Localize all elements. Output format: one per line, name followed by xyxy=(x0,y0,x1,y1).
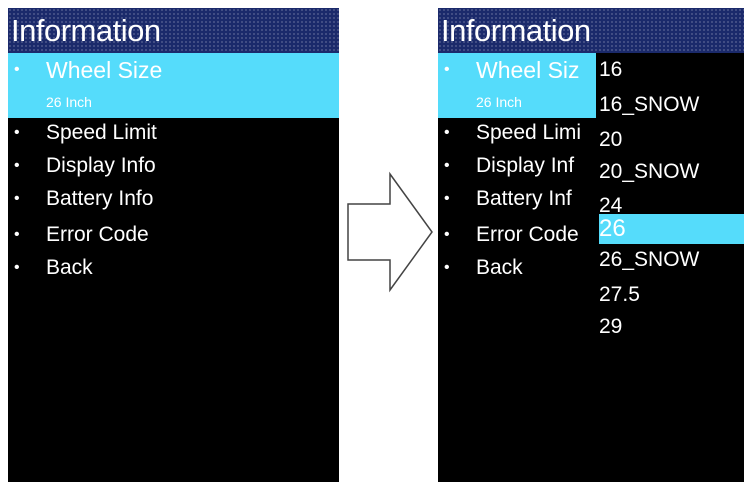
screen-after: Information • Wheel Siz 26 Inch • Speed … xyxy=(438,8,744,482)
menu-item-label: Wheel Siz xyxy=(476,58,580,83)
dropdown-option[interactable]: 26_SNOW xyxy=(599,248,699,272)
menu-item-display-info[interactable]: • Display Inf xyxy=(438,154,598,180)
menu-item-error-code[interactable]: • Error Code xyxy=(8,223,339,249)
bullet-icon: • xyxy=(444,226,450,243)
bullet-icon: • xyxy=(14,124,20,141)
menu-item-battery-info[interactable]: • Battery Inf xyxy=(438,187,598,213)
dropdown-option[interactable]: 29 xyxy=(599,315,622,339)
menu-item-label: Error Code xyxy=(46,223,149,246)
bullet-icon: • xyxy=(14,61,20,78)
dropdown-option[interactable]: 16_SNOW xyxy=(599,93,699,117)
header-bar: Information xyxy=(438,8,744,53)
menu-item-error-code[interactable]: • Error Code xyxy=(438,223,598,249)
dropdown-option[interactable]: 20_SNOW xyxy=(599,160,699,184)
menu-item-display-info[interactable]: • Display Info xyxy=(8,154,339,180)
page-title: Information xyxy=(441,13,591,48)
menu-item-label: Wheel Size xyxy=(46,57,163,83)
bullet-icon: • xyxy=(14,226,20,243)
menu-item-back[interactable]: • Back xyxy=(438,256,598,282)
menu-item-label: Display Inf xyxy=(476,154,575,177)
header-bar: Information xyxy=(8,8,339,53)
menu-item-speed-limit[interactable]: • Speed Limi xyxy=(438,121,598,147)
menu-item-label: Speed Limi xyxy=(476,121,582,144)
dropdown-option[interactable]: 16 xyxy=(599,58,622,82)
menu-item-label: Error Code xyxy=(476,223,579,246)
dropdown-option-selected[interactable]: 26 xyxy=(599,214,744,244)
bullet-icon: • xyxy=(14,157,20,174)
menu-item-speed-limit[interactable]: • Speed Limit xyxy=(8,121,339,147)
menu-item-back[interactable]: • Back xyxy=(8,256,339,282)
bullet-icon: • xyxy=(444,157,450,174)
bullet-icon: • xyxy=(444,259,450,276)
bullet-icon: • xyxy=(444,61,450,78)
menu-item-label: Back xyxy=(476,256,523,279)
dropdown-option[interactable]: 27.5 xyxy=(599,283,640,307)
menu-item-label: Battery Info xyxy=(46,187,154,210)
menu-item-label: Speed Limit xyxy=(46,121,157,144)
bullet-icon: • xyxy=(444,124,450,141)
bullet-icon: • xyxy=(14,259,20,276)
bullet-icon: • xyxy=(444,190,450,207)
page-title: Information xyxy=(11,13,161,48)
menu-item-label: Back xyxy=(46,256,93,279)
wheel-size-value: 26 Inch xyxy=(46,94,92,110)
wheel-size-value: 26 Inch xyxy=(476,94,522,110)
menu-item-battery-info[interactable]: • Battery Info xyxy=(8,187,339,213)
dropdown-option[interactable]: 20 xyxy=(599,128,622,152)
screen-before: Information • Wheel Size 26 Inch • Speed… xyxy=(8,8,339,482)
menu-item-label: Display Info xyxy=(46,154,156,177)
menu-item-label: Battery Inf xyxy=(476,187,572,210)
right-arrow-icon xyxy=(347,171,433,293)
bullet-icon: • xyxy=(14,190,20,207)
